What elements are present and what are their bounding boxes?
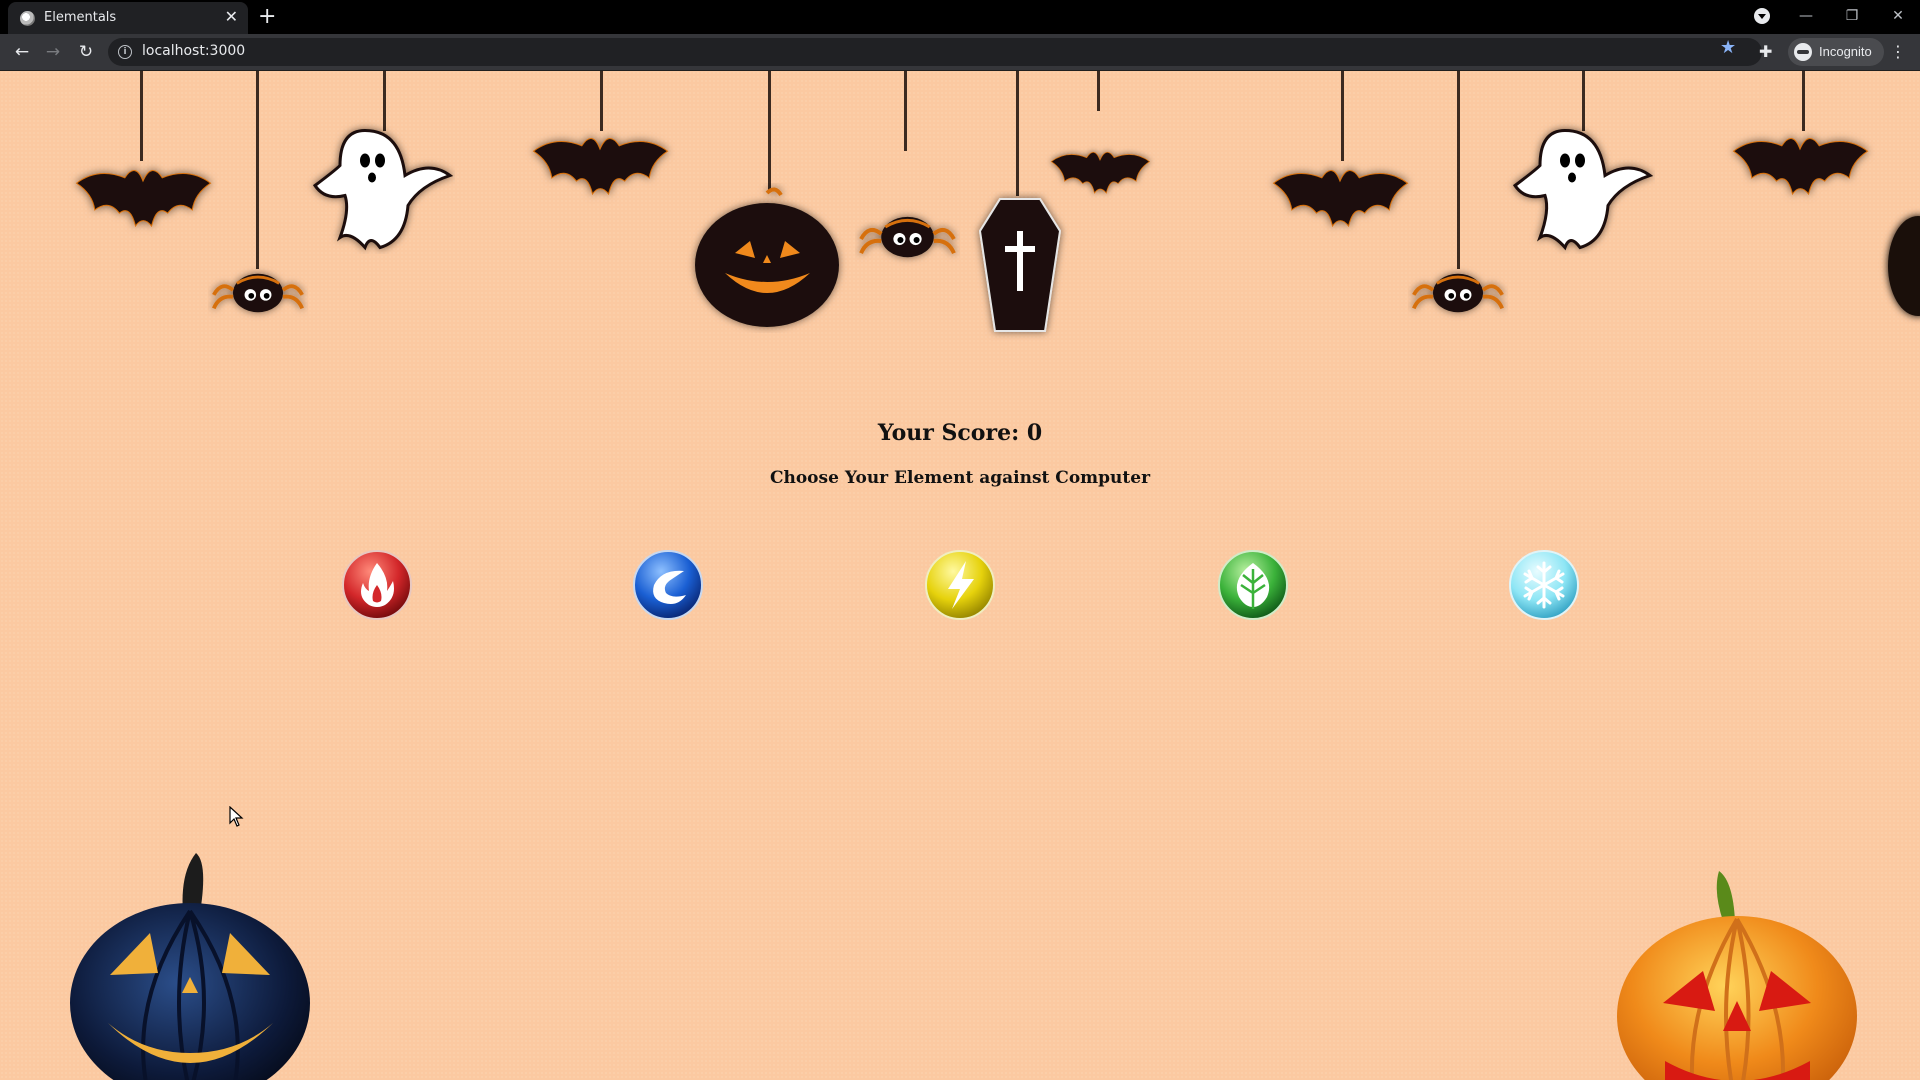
hanging-string xyxy=(1097,71,1100,111)
water-icon xyxy=(633,550,703,620)
tab-elementals[interactable]: Elementals ✕ xyxy=(8,2,248,34)
fire-element-button[interactable] xyxy=(341,549,413,621)
leaf-icon xyxy=(1218,550,1288,620)
minimize-button[interactable]: — xyxy=(1786,4,1826,28)
restore-button[interactable]: ❐ xyxy=(1832,4,1872,28)
site-info-icon[interactable]: i xyxy=(118,45,132,59)
snowflake-icon xyxy=(1509,550,1579,620)
forward-button[interactable]: → xyxy=(41,40,65,64)
instruction-heading: Choose Your Element against Computer xyxy=(769,468,1151,488)
address-bar[interactable]: i localhost:3000 xyxy=(108,38,1762,66)
ice-element-button[interactable] xyxy=(1508,549,1580,621)
score-heading: Your Score: 0 xyxy=(877,420,1043,446)
lightning-icon xyxy=(925,550,995,620)
hanging-string xyxy=(768,71,771,191)
hanging-string xyxy=(1016,71,1019,196)
browser-toolbar: ← → ↻ i localhost:3000 ★ ✚ Incognito ⋮ xyxy=(0,34,1920,71)
partial-pumpkin-decoration xyxy=(1888,216,1920,316)
tab-title: Elementals xyxy=(44,10,117,25)
ghost-decoration xyxy=(1513,129,1652,249)
jack-o-lantern-decoration xyxy=(695,187,839,327)
coffin-decoration xyxy=(978,198,1062,332)
hanging-string xyxy=(1457,71,1460,269)
bookmark-star-icon[interactable]: ★ xyxy=(1720,36,1736,60)
water-element-button[interactable] xyxy=(632,549,704,621)
spider-decoration xyxy=(1411,271,1505,315)
nature-element-button[interactable] xyxy=(1217,549,1289,621)
new-tab-button[interactable]: + xyxy=(258,3,276,31)
spider-decoration xyxy=(211,271,305,315)
mouse-cursor-icon xyxy=(229,806,244,827)
back-button[interactable]: ← xyxy=(10,40,34,64)
bat-decoration xyxy=(1273,169,1409,227)
ghost-decoration xyxy=(313,129,452,249)
incognito-profile-button[interactable]: Incognito xyxy=(1788,38,1884,66)
incognito-icon xyxy=(1794,43,1812,61)
page-viewport: Your Score: 0 Choose Your Element agains… xyxy=(0,71,1920,1080)
tab-favicon-icon xyxy=(20,11,35,26)
hanging-string xyxy=(140,71,143,161)
hanging-string xyxy=(904,71,907,151)
tab-search-icon[interactable] xyxy=(1754,8,1770,24)
hanging-string xyxy=(1341,71,1344,161)
blue-jack-o-lantern-decoration xyxy=(70,853,310,1080)
orange-jack-o-lantern-decoration xyxy=(1617,871,1857,1080)
window-close-button[interactable]: ✕ xyxy=(1878,4,1918,28)
reload-button[interactable]: ↻ xyxy=(74,40,98,64)
bat-decoration xyxy=(533,137,669,195)
browser-menu-icon[interactable]: ⋮ xyxy=(1890,40,1906,64)
spider-decoration xyxy=(855,201,960,271)
incognito-label: Incognito xyxy=(1819,44,1872,59)
bat-decoration xyxy=(1050,151,1150,194)
bat-decoration xyxy=(76,169,212,227)
extensions-icon[interactable]: ✚ xyxy=(1759,40,1772,64)
url-text: localhost:3000 xyxy=(142,43,246,59)
hanging-string xyxy=(256,71,259,269)
lightning-element-button[interactable] xyxy=(924,549,996,621)
tab-close-icon[interactable]: ✕ xyxy=(225,7,238,27)
tab-strip: Elementals ✕ + — ❐ ✕ xyxy=(0,0,1920,34)
bat-decoration xyxy=(1733,137,1869,195)
fire-icon xyxy=(342,550,412,620)
